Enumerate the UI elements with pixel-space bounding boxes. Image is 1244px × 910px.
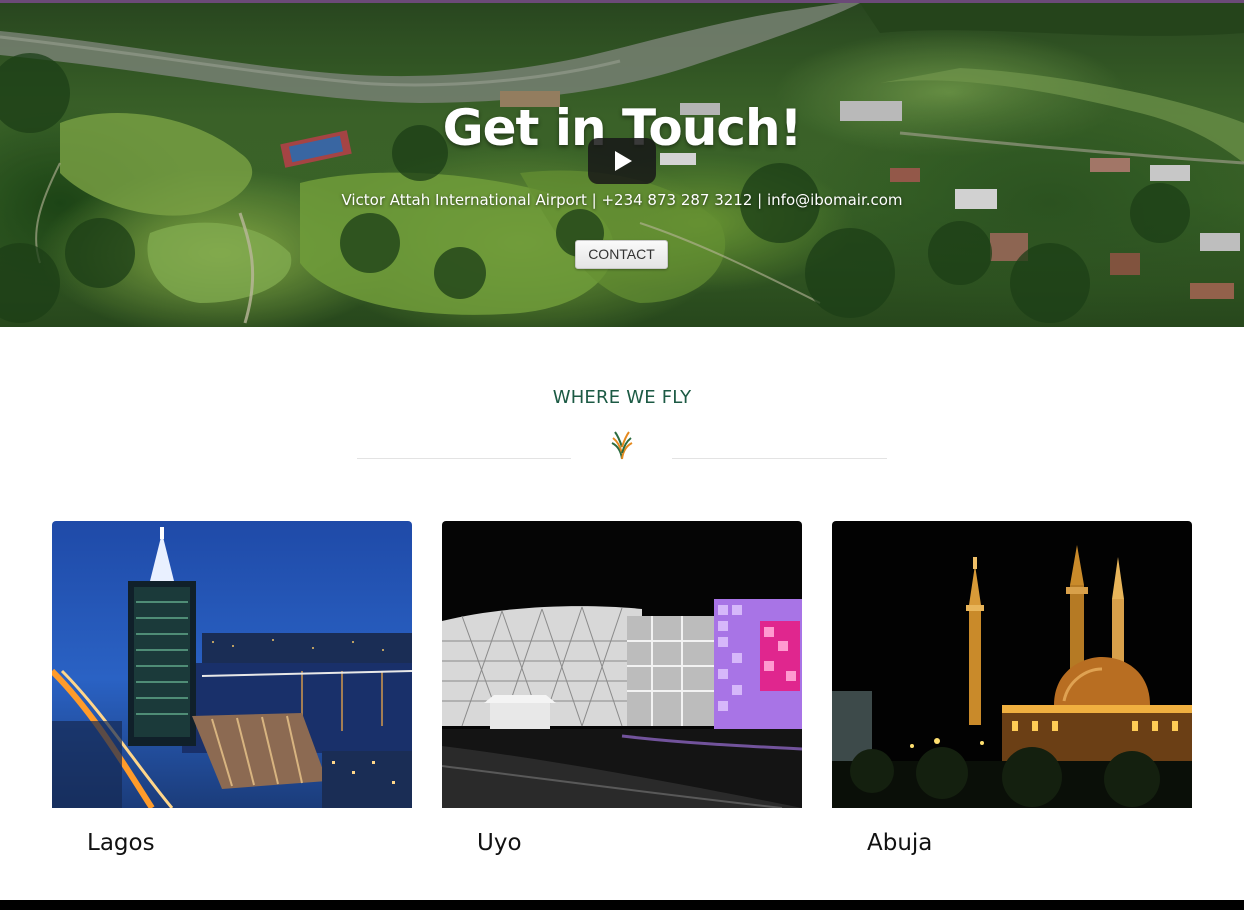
section-heading: WHERE WE FLY [552,387,692,408]
destination-card-lagos[interactable]: Lagos [52,521,412,856]
destination-city-name[interactable]: Uyo [442,830,802,856]
destination-card-abuja[interactable]: Abuja [832,521,1192,856]
destination-city-name[interactable]: Lagos [52,830,412,856]
contact-button[interactable]: CONTACT [575,240,668,269]
footer-bar [0,900,1244,910]
video-play-button[interactable] [588,138,656,184]
destination-card-uyo[interactable]: Uyo [442,521,802,856]
abuja-mosque-image [832,521,1192,808]
lagos-city-image [52,521,412,808]
leaf-icon [611,431,633,460]
hero-banner: Get in Touch! Victor Attah International… [0,0,1244,327]
destination-city-name[interactable]: Abuja [832,830,1192,856]
hero-contact-info: Victor Attah International Airport | +23… [341,191,903,209]
destination-photo[interactable] [52,521,412,808]
divider-line-right [672,458,887,459]
uyo-stadium-image [442,521,802,808]
play-icon [615,151,632,171]
destination-photo[interactable] [442,521,802,808]
divider-line-left [357,458,571,459]
destination-photo[interactable] [832,521,1192,808]
